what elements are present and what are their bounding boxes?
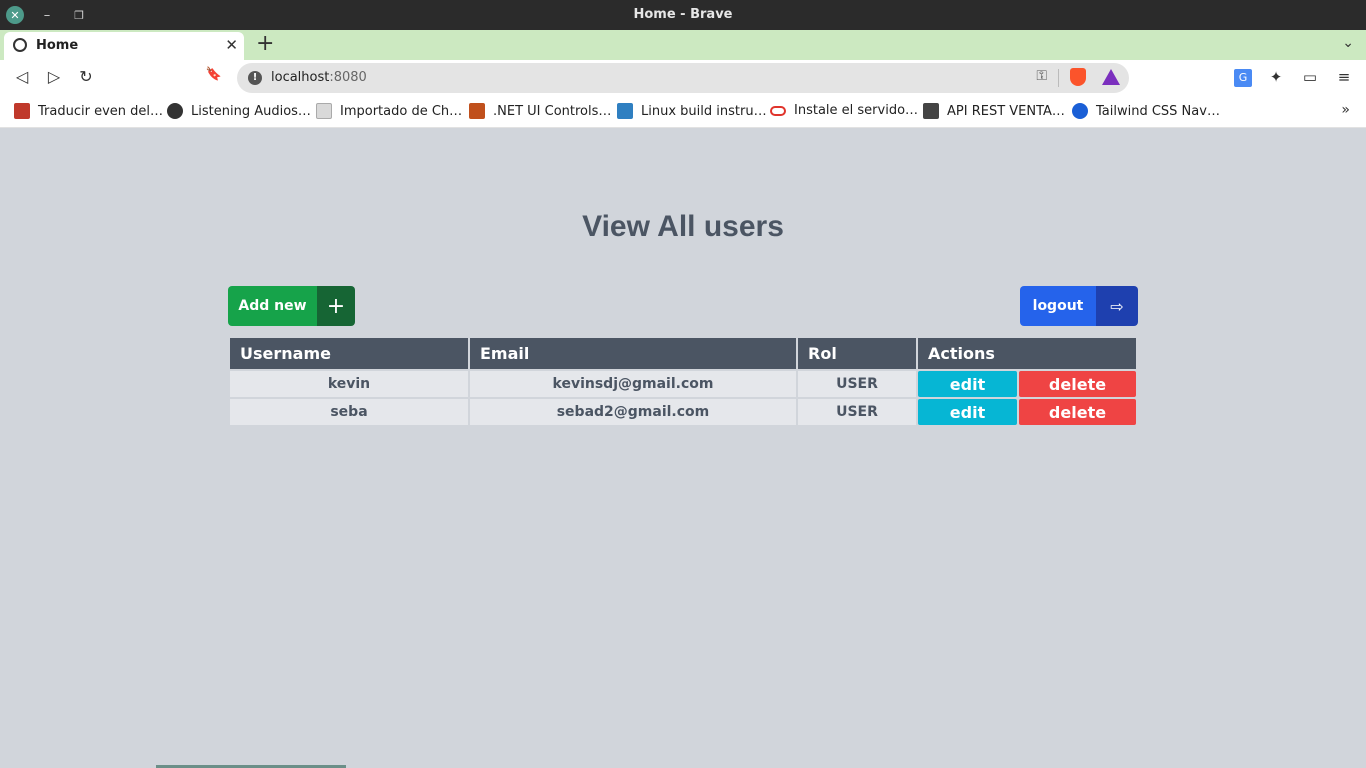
url-text[interactable]: localhost:8080 — [271, 70, 367, 85]
table-header-row: Username Email Rol Actions — [230, 338, 1136, 369]
bookmark-globe-icon — [167, 103, 183, 119]
new-tab-button[interactable]: + — [256, 32, 274, 56]
brave-shields-icon[interactable] — [1070, 68, 1086, 86]
cell-actions: edit delete — [918, 399, 1136, 425]
url-port: :8080 — [329, 70, 367, 85]
cell-email: sebad2@gmail.com — [470, 399, 796, 425]
bookmarks-bar: Traducir even del… Listening Audios… Imp… — [0, 96, 1366, 128]
bookmark-item[interactable]: Traducir even del… — [14, 103, 163, 119]
bookmark-item[interactable]: Linux build instru… — [617, 103, 767, 119]
bookmark-label: Instale el servido… — [794, 103, 919, 118]
url-host: localhost — [271, 70, 330, 85]
header-email: Email — [470, 338, 796, 369]
add-new-label: Add new — [228, 286, 317, 326]
bookmark-net-icon — [469, 103, 485, 119]
bookmark-label: Linux build instru… — [641, 103, 767, 119]
reload-icon[interactable]: ↻ — [76, 67, 96, 86]
bookmark-item[interactable]: API REST VENTA… — [923, 103, 1065, 119]
logout-arrow-icon: ⇨ — [1096, 286, 1138, 326]
edit-button[interactable]: edit — [918, 371, 1017, 397]
forward-icon[interactable]: ▷ — [44, 67, 64, 86]
globe-icon — [13, 38, 27, 52]
bookmark-item[interactable]: Tailwind CSS Nav… — [1072, 103, 1220, 119]
bookmark-chart-icon — [617, 103, 633, 119]
cell-username: kevin — [230, 371, 468, 397]
edit-button[interactable]: edit — [918, 399, 1017, 425]
users-table: Username Email Rol Actions kevin kevinsd… — [228, 336, 1138, 427]
back-icon[interactable]: ◁ — [12, 67, 32, 86]
bookmark-item[interactable]: Instale el servido… — [770, 103, 918, 118]
address-bar[interactable]: ! localhost:8080 ⚿ — [237, 63, 1129, 93]
window-title: Home - Brave — [633, 7, 733, 22]
cell-actions: edit delete — [918, 371, 1136, 397]
wallet-icon[interactable]: ▭ — [1300, 68, 1320, 86]
add-new-button[interactable]: Add new + — [228, 286, 355, 326]
cell-rol: USER — [798, 371, 916, 397]
header-actions: Actions — [918, 338, 1136, 369]
password-key-icon[interactable]: ⚿ — [1036, 68, 1047, 84]
extensions-puzzle-icon[interactable]: ✦ — [1266, 68, 1286, 86]
bookmark-label: API REST VENTA… — [947, 103, 1065, 119]
tab-close-icon[interactable]: ✕ — [225, 36, 238, 54]
bookmark-page-icon[interactable]: 🔖 — [204, 67, 224, 82]
header-username: Username — [230, 338, 468, 369]
tab-title: Home — [36, 38, 79, 53]
bookmark-oracle-icon — [770, 105, 786, 116]
page-title: View All users — [582, 210, 784, 243]
header-rol: Rol — [798, 338, 916, 369]
bookmark-label: Traducir even del… — [38, 103, 163, 119]
bookmarks-overflow-icon[interactable]: » — [1341, 102, 1350, 118]
bookmark-item[interactable]: Importado de Ch… — [316, 103, 462, 119]
omnibox-divider — [1058, 69, 1059, 87]
site-info-icon[interactable]: ! — [248, 71, 262, 85]
bookmark-d-icon — [923, 103, 939, 119]
cell-username: seba — [230, 399, 468, 425]
tab-strip: Home ✕ + ⌄ — [0, 30, 1366, 60]
delete-button[interactable]: delete — [1019, 371, 1136, 397]
table-row: seba sebad2@gmail.com USER edit delete — [230, 399, 1136, 425]
cell-rol: USER — [798, 399, 916, 425]
tab-list-chevron-icon[interactable]: ⌄ — [1342, 35, 1354, 51]
bookmark-shield-icon — [14, 103, 30, 119]
table-row: kevin kevinsdj@gmail.com USER edit delet… — [230, 371, 1136, 397]
bookmark-label: Listening Audios… — [191, 103, 311, 119]
bookmark-item[interactable]: Listening Audios… — [167, 103, 311, 119]
translate-icon[interactable]: G — [1234, 69, 1252, 87]
window-titlebar: ✕ – ❐ Home - Brave — [0, 0, 1366, 30]
browser-toolbar: ◁ ▷ ↻ 🔖 ! localhost:8080 ⚿ G ✦ ▭ ≡ — [0, 60, 1366, 96]
bookmark-label: Importado de Ch… — [340, 103, 463, 119]
tab-home[interactable]: Home ✕ — [4, 32, 244, 60]
brave-rewards-icon[interactable] — [1102, 69, 1120, 85]
menu-icon[interactable]: ≡ — [1334, 68, 1354, 86]
delete-button[interactable]: delete — [1019, 399, 1136, 425]
bookmark-label: Tailwind CSS Nav… — [1096, 103, 1220, 119]
bookmark-item[interactable]: .NET UI Controls… — [469, 103, 611, 119]
bookmark-play-icon — [1072, 103, 1088, 119]
cell-email: kevinsdj@gmail.com — [470, 371, 796, 397]
bookmark-label: .NET UI Controls… — [493, 103, 612, 119]
folder-icon — [316, 103, 332, 119]
logout-label: logout — [1020, 286, 1096, 326]
logout-button[interactable]: logout ⇨ — [1020, 286, 1138, 326]
plus-icon: + — [317, 286, 355, 326]
